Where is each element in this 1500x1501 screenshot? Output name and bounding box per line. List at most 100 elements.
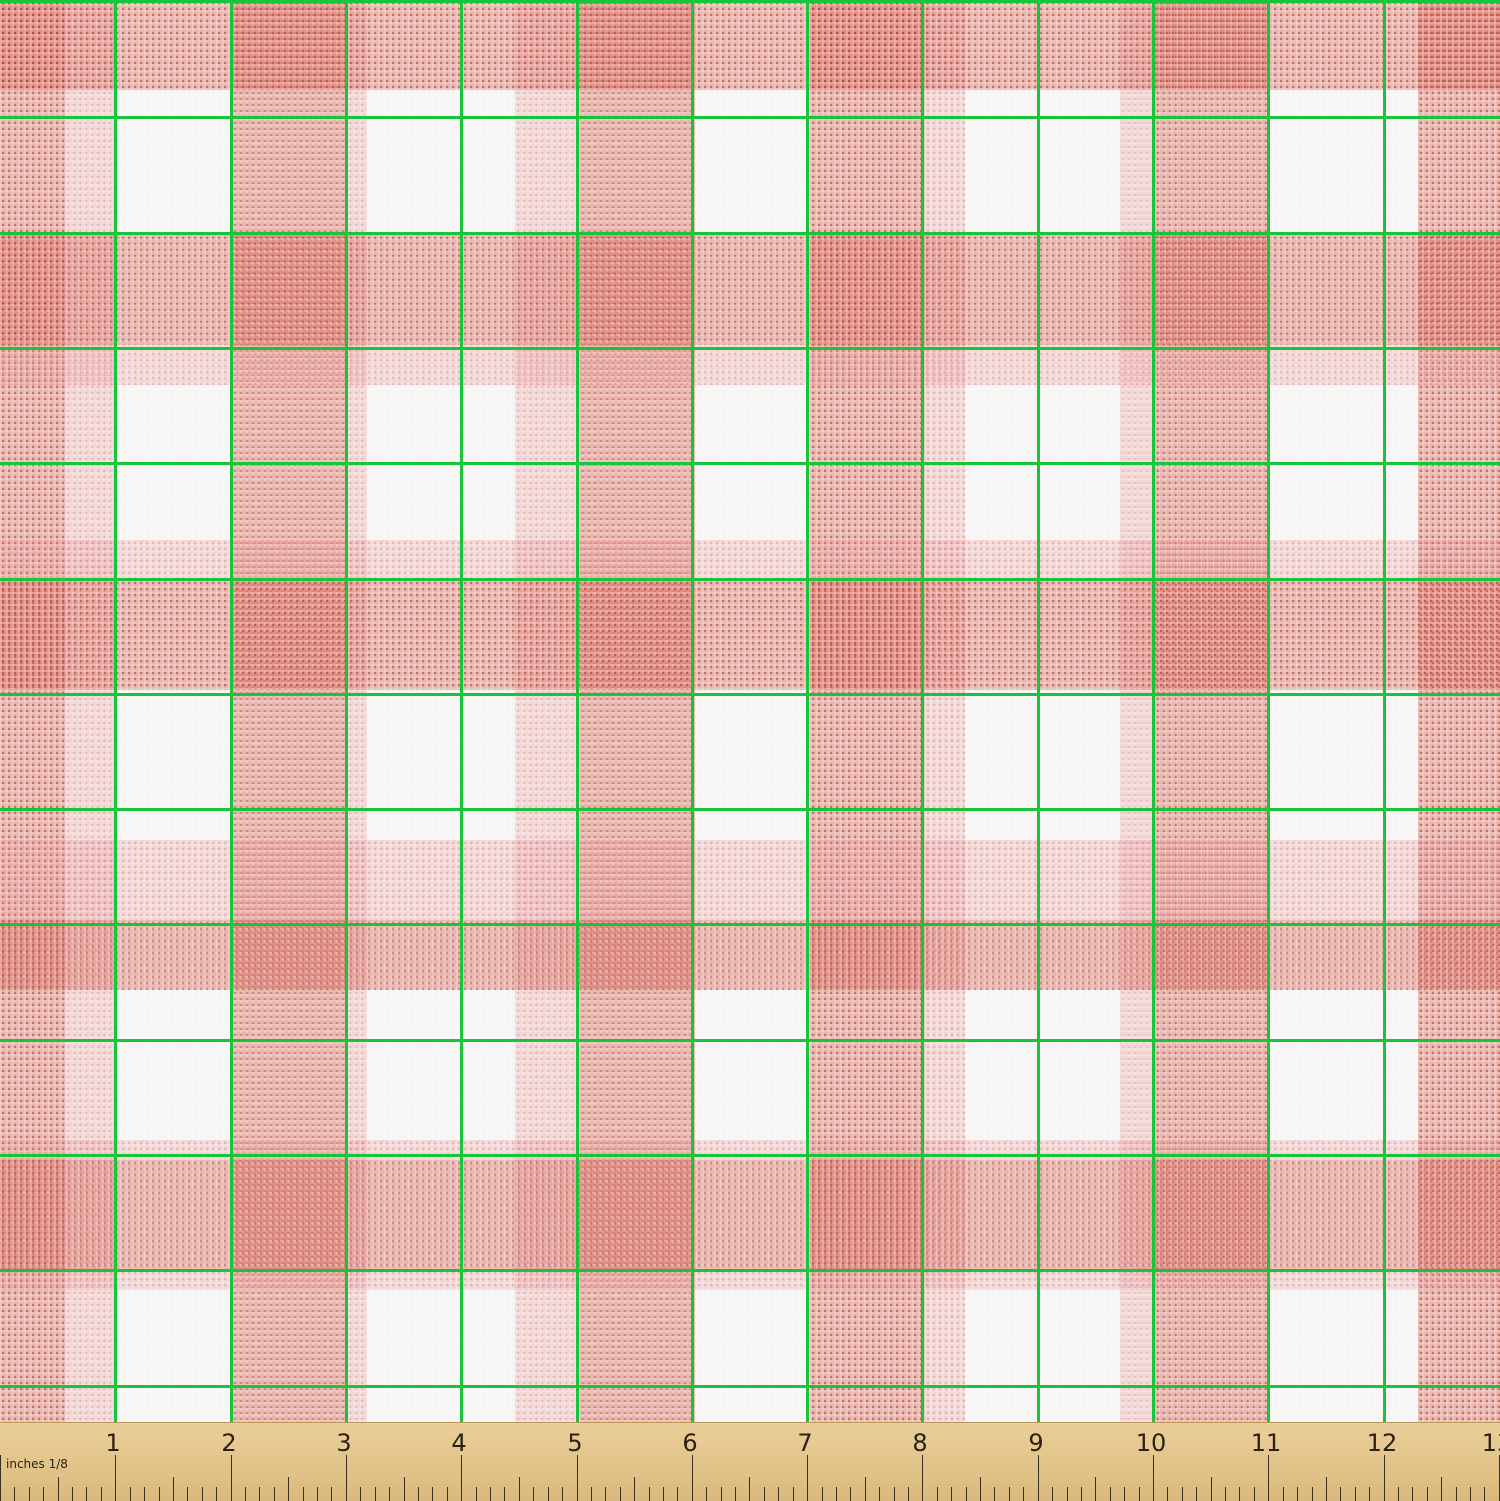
ruler-tick: [1340, 1487, 1341, 1501]
ruler-number: 9: [1028, 1429, 1044, 1457]
grid-line-vertical: [1037, 0, 1040, 1422]
ruler-tick: [836, 1487, 837, 1501]
ruler-tick: [1139, 1487, 1140, 1501]
ruler-tick: [231, 1455, 232, 1501]
ruler-tick: [432, 1487, 433, 1501]
grid-line-vertical: [230, 0, 233, 1422]
ruler-tick: [922, 1455, 923, 1501]
ruler-tick: [404, 1477, 405, 1501]
ruler-tick: [605, 1487, 606, 1501]
ruler-tick: [331, 1487, 332, 1501]
ruler-tick: [591, 1487, 592, 1501]
ruler-tick: [677, 1487, 678, 1501]
ruler-tick: [1153, 1455, 1154, 1501]
ruler-tick: [663, 1487, 664, 1501]
ruler-tick: [375, 1487, 376, 1501]
ruler-tick: [476, 1487, 477, 1501]
ruler-tick: [778, 1487, 779, 1501]
ruler-tick: [144, 1487, 145, 1501]
ruler-number: 12: [1366, 1429, 1398, 1457]
grid-line-horizontal: [0, 1385, 1500, 1388]
ruler-number: 4: [451, 1429, 467, 1457]
ruler: inches 1/8 12345678910111213: [0, 1422, 1500, 1501]
ruler-tick: [1254, 1487, 1255, 1501]
ruler-tick: [649, 1487, 650, 1501]
ruler-tick: [303, 1487, 304, 1501]
ruler-tick: [1182, 1487, 1183, 1501]
ruler-number: 7: [797, 1429, 813, 1457]
ruler-tick: [1484, 1487, 1485, 1501]
ruler-units-label: inches 1/8: [6, 1457, 68, 1471]
ruler-number: 3: [336, 1429, 352, 1457]
ruler-tick: [317, 1487, 318, 1501]
ruler-tick: [1110, 1487, 1111, 1501]
ruler-tick: [1225, 1487, 1226, 1501]
ruler-tick: [533, 1487, 534, 1501]
ruler-tick: [951, 1487, 952, 1501]
ruler-tick: [1283, 1487, 1284, 1501]
ruler-number: 13: [1481, 1429, 1500, 1457]
grid-line-horizontal: [0, 923, 1500, 926]
ruler-tick: [749, 1477, 750, 1501]
ruler-tick: [159, 1487, 160, 1501]
ruler-tick: [980, 1477, 981, 1501]
ruler-tick: [504, 1487, 505, 1501]
ruler-tick: [245, 1487, 246, 1501]
ruler-tick: [735, 1487, 736, 1501]
grid-line-vertical: [921, 0, 924, 1422]
ruler-tick: [937, 1487, 938, 1501]
ruler-tick: [548, 1487, 549, 1501]
ruler-tick: [360, 1487, 361, 1501]
ruler-tick: [1081, 1487, 1082, 1501]
ruler-tick: [793, 1487, 794, 1501]
grid-line-horizontal: [0, 808, 1500, 811]
ruler-tick: [58, 1477, 59, 1501]
ruler-tick: [0, 1455, 1, 1501]
ruler-number: 1: [105, 1429, 121, 1457]
ruler-tick: [173, 1477, 174, 1501]
ruler-tick: [274, 1487, 275, 1501]
grid-line-vertical: [345, 0, 348, 1422]
ruler-tick: [1326, 1477, 1327, 1501]
ruler-tick: [72, 1487, 73, 1501]
ruler-number: 6: [682, 1429, 698, 1457]
grid-line-horizontal: [0, 1269, 1500, 1272]
ruler-tick: [1427, 1487, 1428, 1501]
ruler-tick: [346, 1455, 347, 1501]
ruler-tick: [1398, 1487, 1399, 1501]
grid-line-horizontal: [0, 462, 1500, 465]
ruler-tick: [634, 1477, 635, 1501]
ruler-tick: [1268, 1455, 1269, 1501]
ruler-tick: [461, 1455, 462, 1501]
ruler-tick: [894, 1487, 895, 1501]
ruler-tick: [1009, 1487, 1010, 1501]
ruler-tick: [1312, 1487, 1313, 1501]
ruler-tick: [187, 1487, 188, 1501]
ruler-tick: [1124, 1487, 1125, 1501]
ruler-tick: [1067, 1487, 1068, 1501]
ruler-number: 10: [1135, 1429, 1167, 1457]
ruler-tick: [822, 1487, 823, 1501]
ruler-tick: [1038, 1455, 1039, 1501]
ruler-tick: [966, 1487, 967, 1501]
ruler-tick: [865, 1477, 866, 1501]
grid-line-horizontal: [0, 578, 1500, 581]
ruler-number: 5: [567, 1429, 583, 1457]
ruler-tick: [1052, 1487, 1053, 1501]
grid-line-vertical: [576, 0, 579, 1422]
ruler-number: 11: [1250, 1429, 1282, 1457]
ruler-tick: [807, 1455, 808, 1501]
grid-line-horizontal: [0, 0, 1500, 3]
ruler-tick: [29, 1487, 30, 1501]
ruler-tick: [447, 1487, 448, 1501]
ruler-tick: [259, 1487, 260, 1501]
ruler-tick: [216, 1487, 217, 1501]
grid-line-vertical: [114, 0, 117, 1422]
ruler-tick: [14, 1487, 15, 1501]
ruler-tick: [994, 1487, 995, 1501]
ruler-tick: [620, 1487, 621, 1501]
ruler-tick: [562, 1487, 563, 1501]
ruler-tick: [1412, 1487, 1413, 1501]
grid-line-horizontal: [0, 116, 1500, 119]
ruler-tick: [1239, 1487, 1240, 1501]
